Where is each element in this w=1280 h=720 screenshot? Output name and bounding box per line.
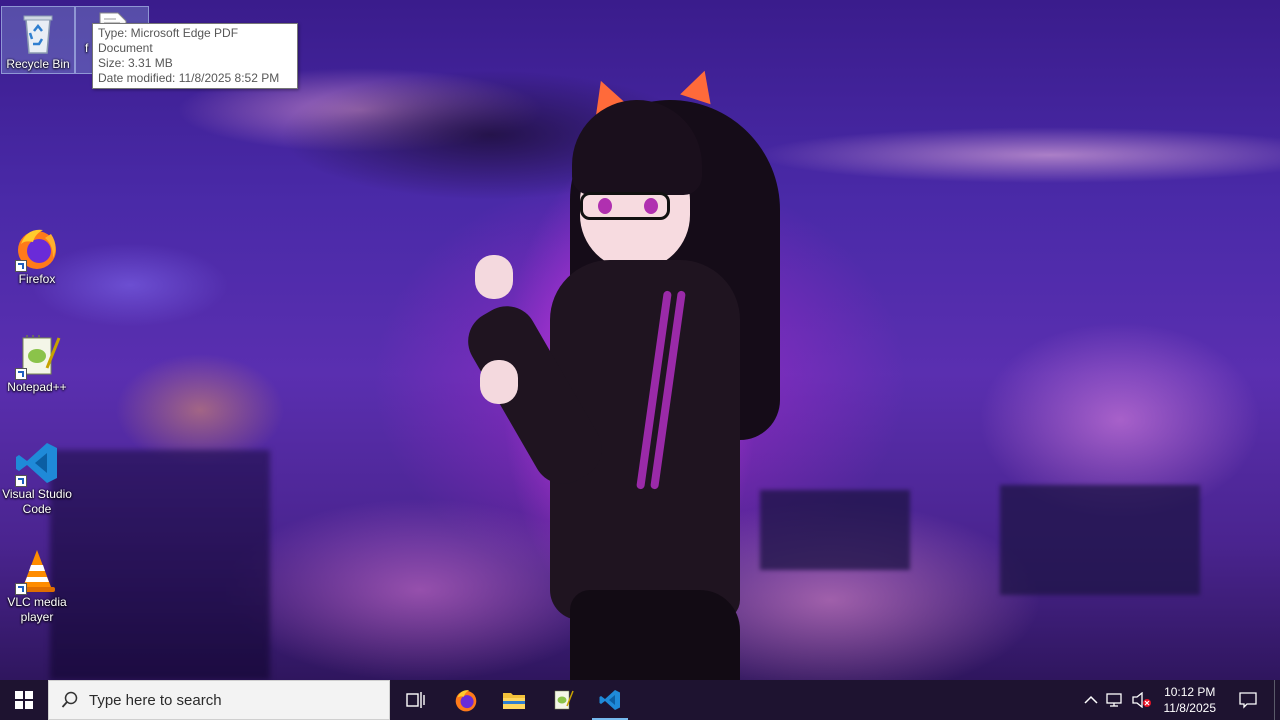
taskbar-search-box[interactable]: Type here to search: [48, 680, 390, 720]
task-view-icon: [406, 692, 425, 708]
windows-start-icon: [15, 691, 33, 709]
desktop-icon-label: Firefox: [18, 272, 56, 286]
desktop-icon-notepadpp[interactable]: Notepad++: [0, 330, 74, 395]
character-eye-left: [598, 198, 612, 214]
character-hand: [480, 360, 518, 404]
tray-volume-button[interactable]: [1128, 680, 1156, 720]
firefox-icon: [13, 224, 61, 272]
wallpaper-window-right: [1000, 485, 1200, 595]
vscode-icon: [13, 439, 61, 487]
tray-notification-button[interactable]: [1224, 680, 1272, 720]
network-icon: [1105, 693, 1122, 707]
clock-date: 11/8/2025: [1163, 701, 1217, 715]
show-desktop-button[interactable]: [1274, 680, 1280, 720]
taskbar: Type here to search 10:12 PM 11/8/2025: [0, 680, 1280, 720]
search-placeholder: Type here to search: [89, 691, 222, 709]
tooltip-size: Size: 3.31 MB: [98, 56, 173, 70]
tray-show-hidden-button[interactable]: [1080, 680, 1102, 720]
system-tray: 10:12 PM 11/8/2025: [1080, 680, 1280, 720]
folder-icon: [503, 693, 525, 709]
shortcut-arrow-icon: [15, 583, 27, 595]
shortcut-arrow-icon: [15, 368, 27, 380]
start-button[interactable]: [0, 680, 48, 720]
desktop-icon-label: Notepad++: [7, 380, 67, 394]
chevron-up-icon: [1083, 695, 1098, 704]
search-icon: [61, 691, 78, 708]
vscode-icon: [599, 690, 620, 710]
character-eye-right: [644, 198, 658, 214]
volume-muted-icon: [1131, 692, 1151, 708]
taskbar-firefox-button[interactable]: [442, 680, 490, 720]
character-hand-pointing: [475, 255, 513, 299]
desktop-icon-label: Visual Studio Code: [2, 487, 72, 516]
taskbar-file-explorer-button[interactable]: [490, 680, 538, 720]
taskbar-vscode-button[interactable]: [586, 680, 634, 720]
desktop-icon-label: VLC media player: [7, 595, 67, 624]
desktop-icon-vlc[interactable]: VLC media player: [0, 545, 74, 625]
taskbar-task-view-button[interactable]: [392, 680, 440, 720]
desktop-icon-firefox[interactable]: Firefox: [0, 222, 74, 287]
clock-time: 10:12 PM: [1164, 685, 1216, 699]
taskbar-notepadpp-button[interactable]: [538, 680, 586, 720]
notepadpp-icon: [554, 690, 574, 710]
tray-network-button[interactable]: [1102, 680, 1128, 720]
desktop-icon-recycle-bin[interactable]: Recycle Bin: [1, 6, 75, 74]
notification-icon: [1239, 692, 1257, 709]
file-tooltip: Type: Microsoft Edge PDF Document Size: …: [92, 23, 298, 89]
firefox-icon: [455, 690, 477, 712]
shortcut-arrow-icon: [15, 475, 27, 487]
desktop-icon-label: Recycle Bin: [6, 57, 70, 71]
recycle-bin-icon: [14, 9, 62, 57]
tray-clock[interactable]: 10:12 PM 11/8/2025: [1156, 684, 1225, 716]
desktop-wallpaper: Recycle Bin f Firefox Notepad++ Visual S…: [0, 0, 1280, 680]
notepadpp-icon: [13, 332, 61, 380]
tooltip-type: Type: Microsoft Edge PDF Document: [98, 26, 239, 55]
shortcut-arrow-icon: [15, 260, 27, 272]
character-legs: [570, 590, 740, 680]
wallpaper-shelf: [50, 450, 270, 680]
desktop-icon-vscode[interactable]: Visual Studio Code: [0, 437, 74, 517]
vlc-icon: [13, 547, 61, 595]
tooltip-date-modified: Date modified: 11/8/2025 8:52 PM: [98, 71, 280, 85]
